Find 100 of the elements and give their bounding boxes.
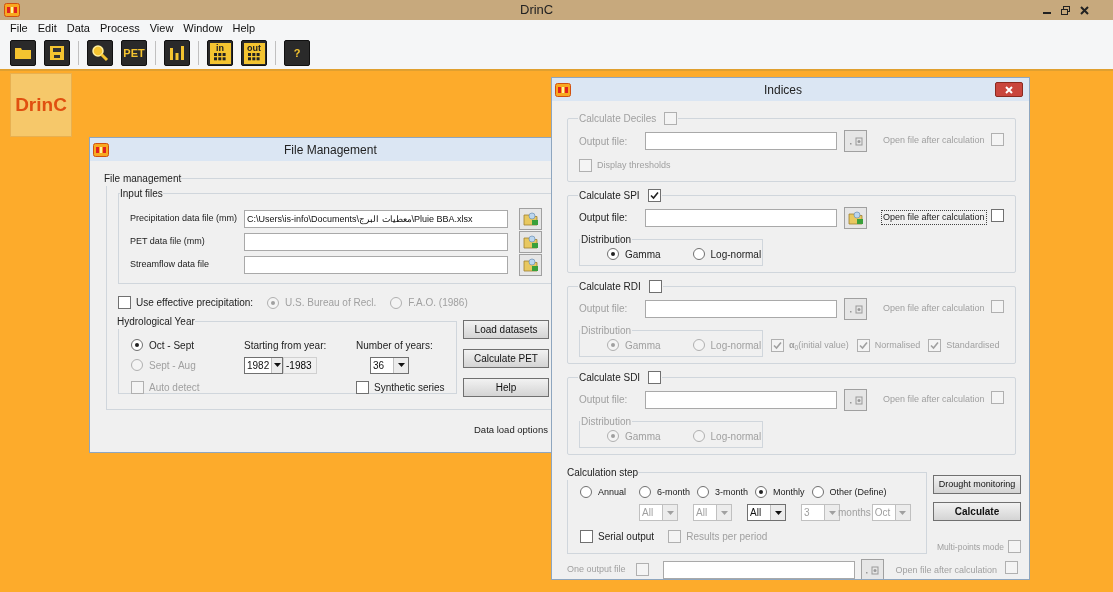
save-icon [49, 45, 65, 61]
radio-button[interactable] [692, 430, 705, 442]
group-title: Input files [120, 188, 163, 199]
caret-icon [271, 357, 282, 373]
grid-icon [248, 52, 260, 61]
radio-label: Gamma [625, 338, 661, 353]
folder-icon [14, 46, 32, 60]
menu-item[interactable]: Help [232, 20, 256, 37]
text-field[interactable] [645, 208, 837, 227]
toolbar-button[interactable]: out [241, 40, 267, 66]
browse-button[interactable] [519, 208, 542, 230]
toolbar-button[interactable]: ? [284, 40, 310, 66]
action-button[interactable]: Help [463, 378, 549, 397]
checkbox[interactable] [856, 339, 870, 353]
window-title: Indices [764, 81, 803, 99]
menu-item[interactable]: View [149, 20, 174, 37]
checkbox-label: α$_{0}$(initial value) [789, 339, 849, 353]
close-icon [1005, 85, 1013, 94]
checkbox[interactable] [991, 300, 1004, 313]
checkbox-label: Display thresholds [597, 159, 671, 172]
toolbar-button[interactable] [44, 40, 70, 66]
menu-item[interactable]: File [10, 20, 28, 37]
dropdown[interactable]: 36 [370, 356, 409, 374]
toolbar-button[interactable] [164, 40, 190, 66]
text-field[interactable] [244, 256, 508, 274]
radio-label: F.A.O. (1986) [408, 296, 468, 310]
radio-label: Sept - Aug [149, 358, 196, 373]
radio-button[interactable] [580, 486, 592, 499]
checkbox[interactable] [771, 339, 784, 353]
browse-button[interactable] [844, 206, 867, 229]
browse-button[interactable] [519, 254, 542, 276]
radio-label: Gamma [625, 429, 661, 444]
browse-button[interactable] [844, 388, 867, 411]
checkbox[interactable] [928, 339, 942, 353]
radio-label: Annual [598, 485, 627, 499]
radio-label: Log-normal [710, 429, 762, 444]
radio-button[interactable] [607, 339, 619, 351]
checkbox[interactable] [991, 391, 1004, 404]
browse-button[interactable] [844, 297, 867, 320]
toolbar-button[interactable] [87, 40, 113, 66]
text-field[interactable] [645, 390, 837, 409]
radio-button[interactable] [755, 486, 768, 499]
window-title: DrinC [520, 1, 554, 20]
restore-icon[interactable] [1061, 5, 1070, 15]
group-title: File management [104, 173, 182, 184]
radio-button[interactable] [811, 486, 824, 499]
close-button[interactable] [995, 82, 1023, 97]
text-field[interactable] [244, 233, 508, 251]
label: Streamflow data file [130, 258, 211, 272]
radio-button[interactable] [131, 339, 143, 351]
menu-item[interactable]: Window [183, 20, 223, 37]
checkbox[interactable] [580, 530, 593, 543]
checkbox[interactable] [118, 296, 131, 309]
checkbox[interactable] [991, 209, 1004, 222]
group-title: Calculation step [567, 466, 639, 478]
radio-button[interactable] [697, 486, 710, 499]
radio-button[interactable] [692, 339, 705, 351]
text-field[interactable] [645, 299, 837, 318]
toolbar-button[interactable] [10, 40, 36, 66]
dropdown[interactable]: 1982 [244, 356, 283, 374]
section-title: Calculate SPI [579, 188, 640, 203]
label: PET data file (mm) [130, 235, 206, 249]
close-icon[interactable] [1080, 5, 1089, 15]
text-field[interactable] [662, 560, 855, 579]
text-field[interactable]: C:\Users\is-info\Documents\معطيات البرج\Pluie BBA.xlsx [244, 210, 508, 228]
radio-button[interactable] [607, 430, 619, 442]
folder-icon [522, 258, 539, 272]
browse-button[interactable] [519, 231, 542, 253]
menu-item[interactable]: Edit [37, 20, 57, 37]
checkbox[interactable] [647, 188, 661, 202]
toolbar-button[interactable]: PET [121, 40, 147, 66]
radio-label: 3-month [715, 485, 749, 499]
label: Output file: [579, 134, 629, 149]
app-icon [4, 3, 20, 17]
checkbox-label: Multi-points mode [936, 540, 1004, 554]
dropdown[interactable]: All [747, 504, 786, 521]
checkbox[interactable] [648, 279, 662, 293]
radio-label: U.S. Bureau of Recl. [285, 296, 377, 310]
checkbox-label: One output file [567, 562, 626, 576]
toolbar-button[interactable]: in [207, 40, 233, 66]
group-title: Distribution [581, 324, 632, 336]
action-button[interactable]: Calculate [933, 501, 1021, 521]
action-button[interactable]: Load datasets [463, 320, 549, 339]
radio-label: Monthly [773, 485, 805, 499]
menu-item[interactable]: Data [66, 20, 90, 37]
menu-item[interactable]: Process [99, 20, 140, 37]
radio-label: Log-normal [710, 338, 762, 353]
checkbox-label: Open file after calculation [882, 301, 986, 315]
browse-button[interactable] [844, 130, 867, 152]
radio-button[interactable] [607, 248, 619, 260]
action-button[interactable]: Calculate PET [463, 349, 549, 368]
radio-button[interactable] [639, 486, 651, 499]
browse-button[interactable] [860, 558, 884, 579]
checkbox[interactable] [356, 380, 369, 394]
action-button[interactable]: Drought monitoring [933, 474, 1021, 494]
section-title: Calculate RDI [579, 279, 641, 294]
text-field[interactable] [645, 132, 837, 150]
file-icon [848, 136, 863, 146]
checkbox[interactable] [648, 370, 662, 384]
radio-button[interactable] [692, 248, 705, 260]
